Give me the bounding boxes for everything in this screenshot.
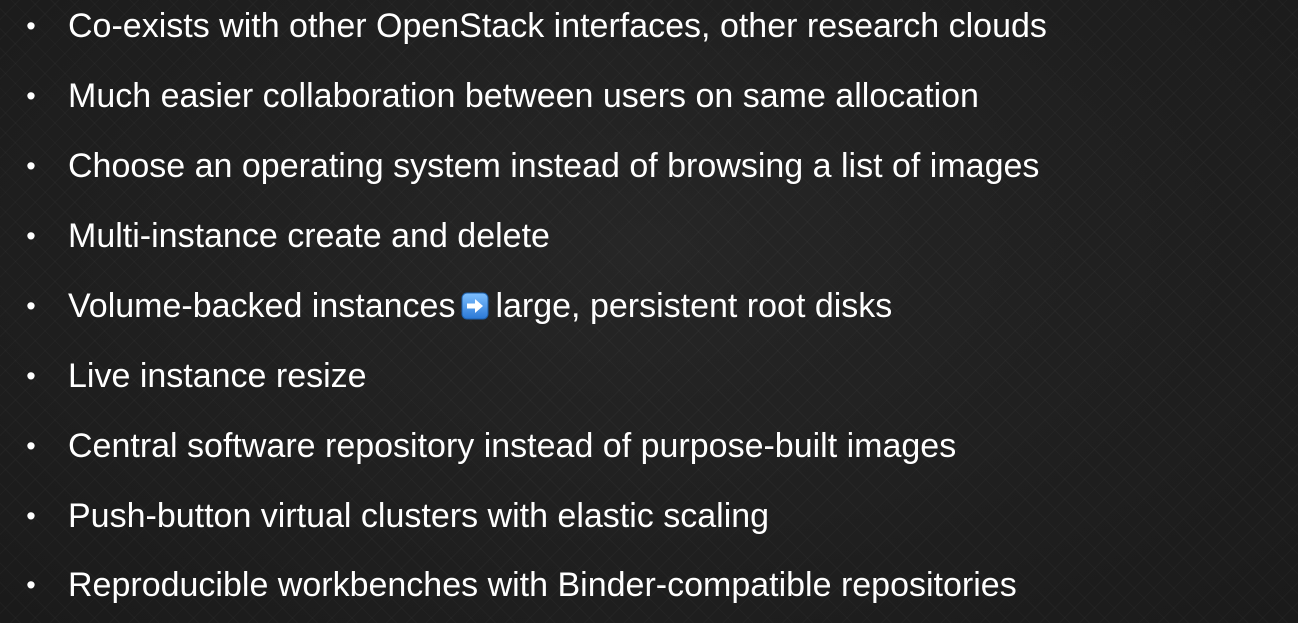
bullet-dot: • — [26, 221, 36, 251]
bullet-text-after: large, persistent root disks — [495, 287, 893, 325]
list-item: • Live instance resize — [0, 352, 1298, 400]
bullet-dot: • — [26, 151, 36, 181]
list-item: • Co-exists with other OpenStack interfa… — [0, 2, 1298, 50]
bullet-dot: • — [26, 291, 36, 321]
list-item: • Volume-backed instances large, persist… — [0, 282, 1298, 330]
bullet-dot: • — [26, 501, 36, 531]
list-item: • Central software repository instead of… — [0, 422, 1298, 470]
bullet-text: Much easier collaboration between users … — [68, 77, 979, 115]
bullet-text: Push-button virtual clusters with elasti… — [68, 497, 770, 535]
list-item: • Reproducible workbenches with Binder-c… — [0, 561, 1298, 609]
list-item: • Choose an operating system instead of … — [0, 142, 1298, 190]
list-item: • Multi-instance create and delete — [0, 212, 1298, 260]
right-arrow-icon — [461, 292, 489, 320]
bullet-dot: • — [26, 11, 36, 41]
bullet-dot: • — [26, 361, 36, 391]
bullet-text-before: Volume-backed instances — [68, 287, 456, 325]
bullet-dot: • — [26, 81, 36, 111]
bullet-text: Choose an operating system instead of br… — [68, 147, 1040, 185]
list-item: • Push-button virtual clusters with elas… — [0, 492, 1298, 540]
bullet-dot: • — [26, 570, 36, 600]
bullet-text: Live instance resize — [68, 357, 367, 395]
slide: • Co-exists with other OpenStack interfa… — [0, 0, 1298, 623]
bullet-text: Volume-backed instances large, persisten… — [68, 282, 892, 330]
bullet-text: Central software repository instead of p… — [68, 427, 957, 465]
bullet-text: Co-exists with other OpenStack interface… — [68, 7, 1047, 45]
list-item: • Much easier collaboration between user… — [0, 72, 1298, 120]
bullet-text: Multi-instance create and delete — [68, 217, 550, 255]
bullet-text: Reproducible workbenches with Binder-com… — [68, 566, 1017, 604]
bullet-dot: • — [26, 431, 36, 461]
